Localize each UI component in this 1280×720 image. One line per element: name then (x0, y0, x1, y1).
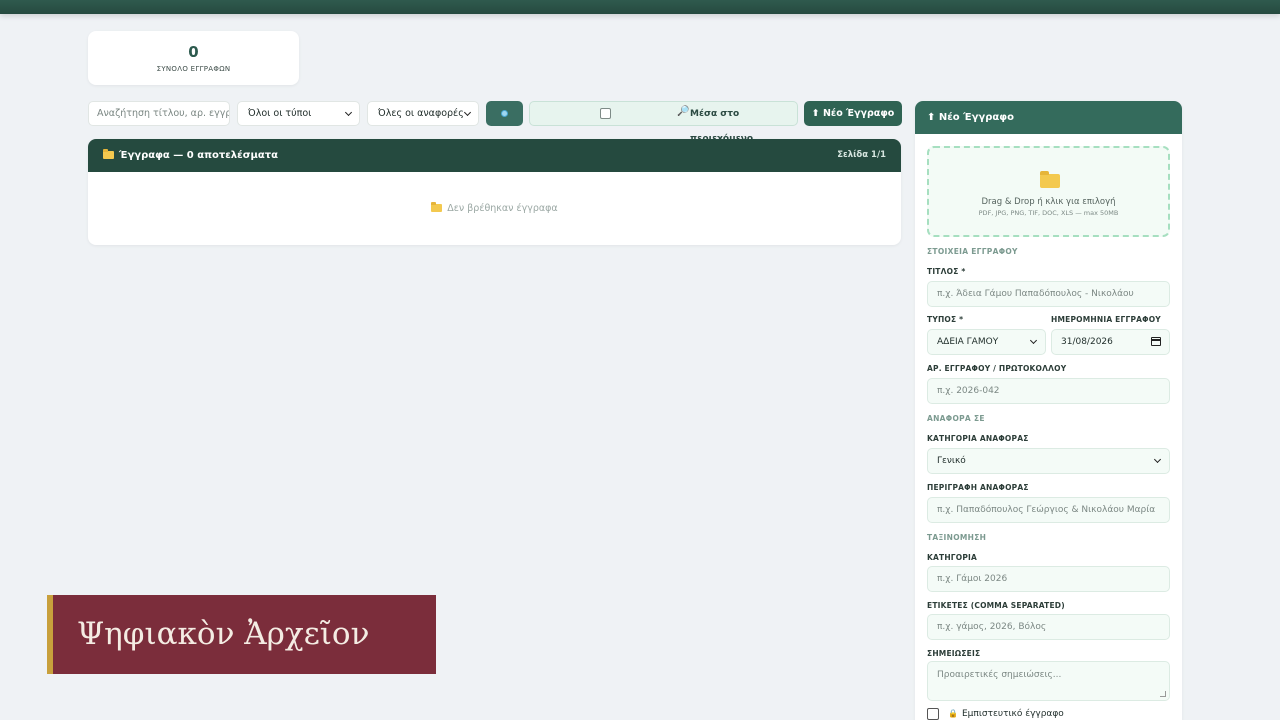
top-bar (0, 0, 1280, 14)
doc-number-input[interactable]: π.χ. 2026-042 (927, 378, 1170, 404)
reference-filter-select[interactable]: Όλες οι αναφορές (367, 101, 479, 126)
search-input[interactable]: Αναζήτηση τίτλου, αρ. εγγρ. (88, 101, 230, 126)
date-label: ΗΜΕΡΟΜΗΝΙΑ ΕΓΓΡΑΦΟΥ (1051, 315, 1161, 324)
documents-list-header: Έγγραφα — 0 αποτελέσματα Σελίδα 1/1 (88, 139, 901, 172)
new-document-button[interactable]: ⬆ Νέο Έγγραφο (804, 101, 902, 126)
form-title: ⬆ Νέο Έγγραφο (915, 101, 1182, 134)
type-select[interactable]: ΑΔΕΙΑ ΓΑΜΟΥ (927, 329, 1046, 355)
ref-category-select[interactable]: Γενικό (927, 448, 1170, 474)
new-document-form: ⬆ Νέο Έγγραφο Drag & Drop ή κλικ για επι… (915, 101, 1182, 720)
documents-list-title: Έγγραφα — 0 αποτελέσματα (119, 150, 278, 161)
ref-category-value: Γενικό (937, 456, 966, 466)
page-indicator: Σελίδα 1/1 (837, 150, 886, 160)
section-classification-heading: ΤΑΞΙΝΟΜΗΣΗ (927, 533, 987, 542)
search-indicator-icon (501, 110, 508, 117)
content-search-toggle[interactable]: 🔎 Μέσα στο περιεχόμενο (529, 101, 798, 144)
category-label: ΚΑΤΗΓΟΡΙΑ (927, 553, 978, 562)
ref-desc-input[interactable]: π.χ. Παπαδόπουλος Γεώργιος & Νικολάου Μα… (927, 497, 1170, 523)
lock-icon: 🔒 (948, 709, 958, 718)
section-details-heading: ΣΤΟΙΧΕΙΑ ΕΓΓΡΑΦΟΥ (927, 247, 1018, 256)
chevron-down-icon (463, 108, 472, 117)
notes-label: ΣΗΜΕΙΩΣΕΙΣ (927, 649, 981, 658)
notes-placeholder: Προαιρετικές σημειώσεις... (937, 670, 1062, 680)
total-records-label: ΣΥΝΟΛΟ ΕΓΓΡΑΦΩΝ (156, 65, 231, 73)
content-search-checkbox[interactable] (600, 108, 611, 119)
resize-handle-icon[interactable] (1160, 691, 1166, 697)
dropzone-text: Drag & Drop ή κλικ για επιλογή (981, 197, 1116, 207)
type-filter-value: Όλοι οι τύποι (248, 108, 312, 119)
title-label: ΤΙΤΛΟΣ * (927, 267, 966, 276)
date-input-value: 31/08/2026 (1061, 337, 1113, 347)
magnifier-icon: 🔎 (677, 106, 690, 117)
chevron-down-icon (1153, 455, 1162, 464)
tags-label: ΕΤΙΚΕΤΕΣ (COMMA SEPARATED) (927, 601, 1065, 610)
date-input[interactable]: 31/08/2026 (1051, 329, 1170, 355)
notes-textarea[interactable]: Προαιρετικές σημειώσεις... (927, 661, 1170, 701)
documents-list-title-wrap: Έγγραφα — 0 αποτελέσματα (103, 139, 278, 172)
search-button[interactable] (486, 101, 523, 126)
total-records-card: 0 ΣΥΝΟΛΟ ΕΓΓΡΑΦΩΝ (88, 31, 299, 85)
documents-list-panel: Έγγραφα — 0 αποτελέσματα Σελίδα 1/1 Δεν … (88, 139, 901, 245)
file-dropzone[interactable]: Drag & Drop ή κλικ για επιλογή PDF, JPG,… (927, 146, 1170, 237)
doc-number-label: ΑΡ. ΕΓΓΡΑΦΟΥ / ΠΡΩΤΟΚΟΛΛΟΥ (927, 364, 1067, 373)
folder-icon (103, 149, 114, 159)
type-label: ΤΥΠΟΣ * (927, 315, 964, 324)
folder-icon (431, 202, 443, 212)
folder-icon (1040, 171, 1060, 188)
type-select-value: ΑΔΕΙΑ ΓΑΜΟΥ (937, 337, 999, 347)
empty-state-text: Δεν βρέθηκαν έγγραφα (447, 203, 558, 214)
confidential-checkbox[interactable] (927, 708, 939, 720)
category-input[interactable]: π.χ. Γάμοι 2026 (927, 566, 1170, 592)
title-input[interactable]: π.χ. Άδεια Γάμου Παπαδόπουλος - Νικολάου (927, 281, 1170, 307)
total-records-count: 0 (188, 43, 199, 61)
section-reference-heading: ΑΝΑΦΟΡΑ ΣΕ (927, 414, 985, 423)
ref-category-label: ΚΑΤΗΓΟΡΙΑ ΑΝΑΦΟΡΑΣ (927, 434, 1029, 443)
type-filter-select[interactable]: Όλοι οι τύποι (237, 101, 360, 126)
ref-desc-label: ΠΕΡΙΓΡΑΦΗ ΑΝΑΦΟΡΑΣ (927, 483, 1029, 492)
brand-banner: Ψηφιακὸν Ἀρχεῖον (47, 595, 436, 674)
calendar-icon[interactable] (1151, 337, 1161, 346)
empty-state: Δεν βρέθηκαν έγγραφα (88, 202, 901, 214)
tags-input[interactable]: π.χ. γάμος, 2026, Βόλος (927, 614, 1170, 640)
chevron-down-icon (1029, 336, 1038, 345)
dropzone-formats: PDF, JPG, PNG, TIF, DOC, XLS — max 50MB (978, 209, 1119, 217)
confidential-label: Εμπιστευτικό έγγραφο (962, 709, 1064, 719)
reference-filter-value: Όλες οι αναφορές (378, 108, 464, 119)
brand-name: Ψηφιακὸν Ἀρχεῖον (77, 616, 370, 652)
chevron-down-icon (344, 108, 353, 117)
